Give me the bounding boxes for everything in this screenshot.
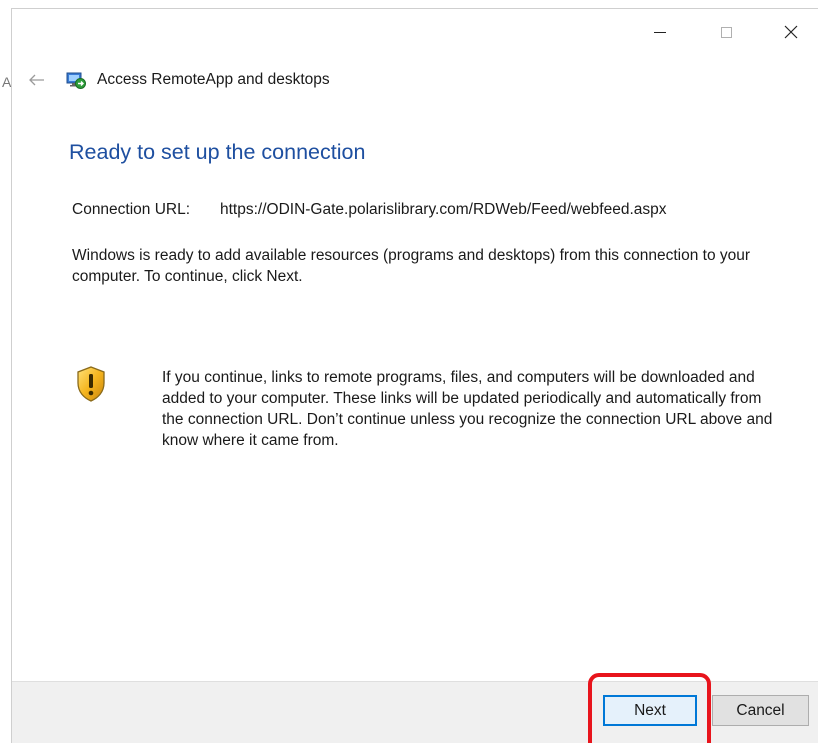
back-button[interactable] bbox=[25, 68, 49, 92]
cancel-button[interactable]: Cancel bbox=[712, 695, 809, 726]
minimize-icon bbox=[654, 31, 666, 33]
description-text: Windows is ready to add available resour… bbox=[72, 247, 751, 285]
remoteapp-icon bbox=[66, 72, 86, 89]
maximize-button[interactable] bbox=[703, 9, 749, 55]
back-arrow-icon bbox=[29, 74, 44, 86]
window-title: Access RemoteApp and desktops bbox=[97, 71, 330, 88]
connection-url-label: Connection URL: bbox=[72, 201, 191, 218]
minimize-button[interactable] bbox=[637, 9, 683, 55]
button-bar bbox=[12, 681, 818, 743]
warning-text: If you continue, links to remote program… bbox=[162, 369, 773, 449]
screenshot: A Access RemoteApp and desktops Ready to… bbox=[0, 0, 818, 743]
maximize-icon bbox=[720, 26, 732, 38]
close-button[interactable] bbox=[768, 9, 814, 55]
connection-url-value: https://ODIN-Gate.polarislibrary.com/RDW… bbox=[220, 201, 667, 218]
shield-warning-icon bbox=[77, 366, 105, 402]
background-window-edge: A bbox=[0, 0, 11, 743]
close-icon bbox=[784, 25, 798, 39]
page-heading: Ready to set up the connection bbox=[69, 140, 366, 164]
remoteapp-wizard-window: Access RemoteApp and desktops Ready to s… bbox=[11, 8, 818, 743]
background-window-letter: A bbox=[2, 74, 12, 90]
next-button[interactable]: Next bbox=[603, 695, 697, 726]
